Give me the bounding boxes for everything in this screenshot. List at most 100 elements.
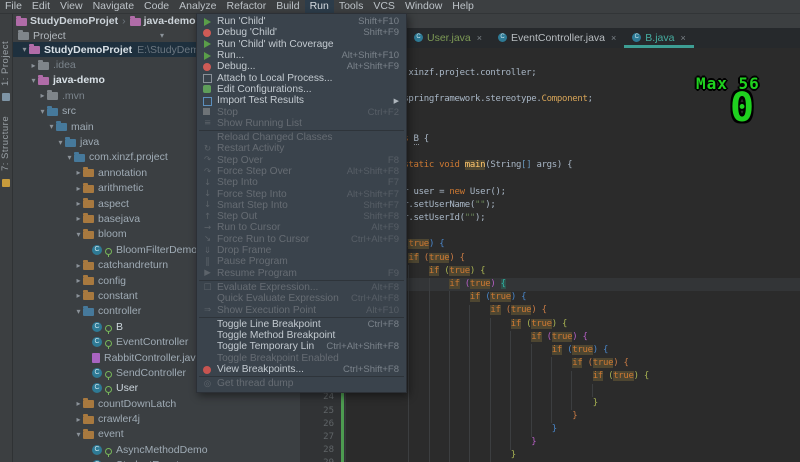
chevron-down-icon[interactable]: ▾ bbox=[74, 230, 83, 239]
chevron-down-icon[interactable]: ▾ bbox=[74, 430, 83, 439]
menu-item-force-step-into[interactable]: ↓ Force Step Into Alt+Shift+F7 bbox=[197, 188, 406, 200]
menubar-item-vcs[interactable]: VCS bbox=[368, 0, 400, 13]
chevron-down-icon[interactable]: ▾ bbox=[65, 153, 74, 162]
chevron-right-icon[interactable]: ▸ bbox=[74, 399, 83, 408]
menu-item-step-out[interactable]: ↑ Step Out Shift+F8 bbox=[197, 211, 406, 222]
breadcrumb-item-java-demo[interactable]: java-demo bbox=[129, 15, 196, 27]
chevron-down-icon[interactable]: ▾ bbox=[56, 138, 65, 147]
tool-button-structure[interactable]: 7: Structure bbox=[0, 105, 12, 181]
chevron-right-icon[interactable]: ▸ bbox=[74, 214, 83, 223]
menu-item-label: Stop bbox=[217, 106, 238, 118]
menu-item-pause-program[interactable]: ‖ Pause Program bbox=[197, 256, 406, 267]
blank-icon bbox=[202, 294, 213, 304]
menu-item-shortcut: F7 bbox=[387, 177, 399, 189]
menu-item-run-child[interactable]: Run 'Child' Shift+F10 bbox=[197, 16, 406, 27]
chevron-down-icon[interactable]: ▾ bbox=[38, 107, 47, 116]
chevron-right-icon[interactable]: ▸ bbox=[74, 184, 83, 193]
menubar-item-code[interactable]: Code bbox=[139, 0, 174, 13]
tree-item-event[interactable]: ▾ event bbox=[12, 427, 300, 442]
menubar-item-file[interactable]: File bbox=[0, 0, 27, 13]
menu-item-run-to-cursor[interactable]: → Run to Cursor Alt+F9 bbox=[197, 222, 406, 233]
tree-item-studentevent[interactable]: CStudentEvent bbox=[12, 458, 300, 462]
blank-icon bbox=[202, 353, 213, 363]
tree-item-countdownlatch[interactable]: ▸ countDownLatch bbox=[12, 396, 300, 411]
tab-close-icon[interactable]: × bbox=[611, 33, 616, 43]
menubar-item-window[interactable]: Window bbox=[400, 0, 447, 13]
menubar-item-help[interactable]: Help bbox=[447, 0, 479, 13]
menu-item-get-thread-dump[interactable]: ◎ Get thread dump bbox=[197, 378, 406, 389]
tree-item-asyncmethoddemo[interactable]: C AsyncMethodDemo bbox=[12, 442, 300, 457]
menu-item-step-into[interactable]: ↓ Step Into F7 bbox=[197, 177, 406, 188]
breadcrumb-item-studydemoprojet[interactable]: StudyDemoProjet bbox=[16, 15, 118, 27]
menubar-item-build[interactable]: Build bbox=[271, 0, 304, 13]
menu-item-show-execution-point[interactable]: ⇒ Show Execution Point Alt+F10 bbox=[197, 304, 406, 316]
chevron-down-icon[interactable]: ▾ bbox=[47, 122, 56, 131]
chevron-right-icon[interactable]: ▸ bbox=[74, 415, 83, 424]
chevron-right-icon[interactable]: ▸ bbox=[74, 261, 83, 270]
menu-item-attach-to-local-process[interactable]: Attach to Local Process... bbox=[197, 72, 406, 84]
indent-guide bbox=[571, 370, 573, 411]
menubar-item-run[interactable]: Run bbox=[304, 0, 334, 13]
tab-user-java[interactable]: C User.java × bbox=[406, 27, 490, 48]
chevron-down-icon[interactable]: ▾ bbox=[20, 45, 29, 54]
blank-icon bbox=[202, 319, 213, 329]
menu-item-force-step-over[interactable]: ↷ Force Step Over Alt+Shift+F8 bbox=[197, 166, 406, 177]
menu-item-show-running-list[interactable]: ≡ Show Running List bbox=[197, 118, 406, 129]
menu-item-debug-child[interactable]: Debug 'Child' Shift+F9 bbox=[197, 27, 406, 38]
menu-item-label: Step Into bbox=[217, 177, 258, 189]
menu-item-toggle-temporary-line-breakpoint[interactable]: Toggle Temporary Line Breakpoint Ctrl+Alt… bbox=[197, 341, 406, 352]
menu-item-run[interactable]: Run... Alt+Shift+F10 bbox=[197, 50, 406, 61]
tool-button-project[interactable]: 1: Project bbox=[0, 31, 12, 95]
menubar-item-refactor[interactable]: Refactor bbox=[222, 0, 272, 13]
tab-close-icon[interactable]: × bbox=[680, 33, 685, 43]
menubar-item-view[interactable]: View bbox=[55, 0, 88, 13]
menu-item-reload-changed-classes[interactable]: Reload Changed Classes bbox=[197, 132, 406, 143]
chevron-right-icon[interactable]: ▸ bbox=[74, 199, 83, 208]
menu-item-toggle-method-breakpoint[interactable]: Toggle Method Breakpoint bbox=[197, 330, 406, 341]
chevron-down-icon[interactable]: ▾ bbox=[160, 31, 164, 40]
menu-item-stop[interactable]: Stop Ctrl+F2 bbox=[197, 106, 406, 118]
menubar-item-tools[interactable]: Tools bbox=[334, 0, 369, 13]
tree-item-label: constant bbox=[98, 289, 138, 302]
menu-item-run-child-with-coverage[interactable]: Run 'Child' with Coverage bbox=[197, 39, 406, 50]
menu-item-quick-evaluate-expression[interactable]: Quick Evaluate Expression Ctrl+Alt+F8 bbox=[197, 293, 406, 304]
chevron-down-icon[interactable]: ▾ bbox=[74, 307, 83, 316]
tab-eventcontroller-java[interactable]: C EventController.java × bbox=[490, 27, 624, 48]
menubar-item-analyze[interactable]: Analyze bbox=[174, 0, 221, 13]
menubar-item-edit[interactable]: Edit bbox=[27, 0, 55, 13]
chevron-down-icon[interactable]: ▾ bbox=[29, 76, 38, 85]
spring-bean-icon bbox=[105, 247, 112, 257]
debug-icon bbox=[202, 28, 213, 38]
tab-close-icon[interactable]: × bbox=[477, 33, 482, 43]
menu-item-force-run-to-cursor[interactable]: ↘ Force Run to Cursor Ctrl+Alt+F9 bbox=[197, 234, 406, 245]
menu-item-shortcut: Ctrl+Alt+F9 bbox=[350, 233, 399, 245]
menu-item-view-breakpoints[interactable]: View Breakpoints... Ctrl+Shift+F8 bbox=[197, 364, 406, 375]
execpoint-icon: ⇒ bbox=[203, 305, 212, 316]
menubar-item-navigate[interactable]: Navigate bbox=[88, 0, 139, 13]
menu-item-drop-frame[interactable]: ⇓ Drop Frame bbox=[197, 245, 406, 256]
menu-item-edit-configurations[interactable]: Edit Configurations... bbox=[197, 84, 406, 95]
class-icon: C bbox=[92, 367, 102, 378]
menu-item-debug[interactable]: Debug... Alt+Shift+F9 bbox=[197, 61, 406, 72]
menu-item-import-test-results[interactable]: Import Test Results ▶ bbox=[197, 95, 406, 106]
menu-item-evaluate-expression[interactable]: □ Evaluate Expression... Alt+F8 bbox=[197, 282, 406, 293]
chevron-right-icon[interactable]: ▸ bbox=[74, 291, 83, 300]
tab-b-java[interactable]: C B.java × bbox=[624, 27, 695, 48]
chevron-right-icon[interactable]: ▸ bbox=[74, 276, 83, 285]
code-line-11: user.setUserName(""); bbox=[347, 199, 496, 210]
menu-item-smart-step-into[interactable]: ↓ Smart Step Into Shift+F7 bbox=[197, 200, 406, 211]
coverage-icon bbox=[202, 39, 213, 49]
tab-label: User.java bbox=[427, 31, 471, 44]
class-icon: C bbox=[92, 321, 102, 332]
menu-item-toggle-breakpoint-enabled[interactable]: Toggle Breakpoint Enabled bbox=[197, 353, 406, 364]
chevron-right-icon[interactable]: ▸ bbox=[74, 168, 83, 177]
chevron-right-icon[interactable]: ▸ bbox=[29, 61, 38, 70]
menu-item-toggle-line-breakpoint[interactable]: Toggle Line Breakpoint Ctrl+F8 bbox=[197, 319, 406, 330]
menu-item-step-over[interactable]: ↷ Step Over F8 bbox=[197, 155, 406, 166]
menu-item-resume-program[interactable]: ▶ Resume Program F9 bbox=[197, 268, 406, 279]
folder-icon bbox=[47, 105, 58, 116]
tree-item-crawler4j[interactable]: ▸ crawler4j bbox=[12, 411, 300, 426]
chevron-right-icon[interactable]: ▸ bbox=[38, 91, 47, 100]
menu-item-restart-activity[interactable]: ↻ Restart Activity bbox=[197, 143, 406, 154]
folder-icon bbox=[74, 151, 85, 162]
